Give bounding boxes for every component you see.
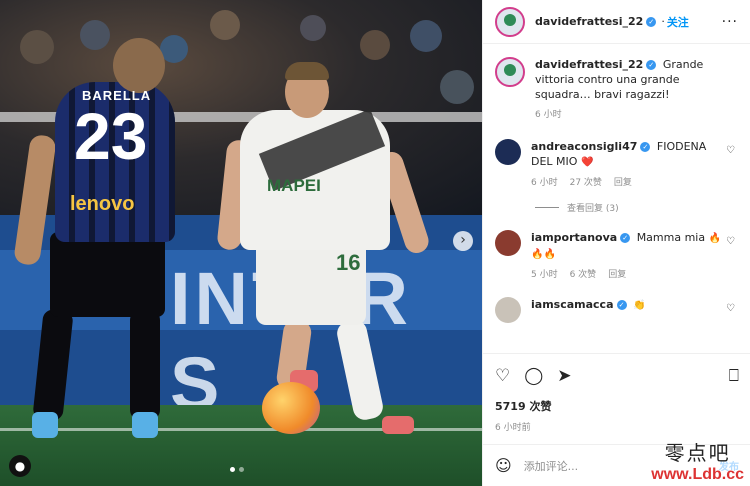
carousel-dot-active <box>230 467 235 472</box>
watermark-url: www.Ldb.cc <box>651 466 744 483</box>
comment-meta: 5 小时 6 次赞 回复 <box>531 268 725 283</box>
comment-username[interactable]: iamportanova <box>531 231 617 244</box>
likes-count[interactable]: 5719 次赞 <box>495 398 739 414</box>
player1-leg <box>130 310 160 420</box>
author-username[interactable]: davidefrattesi_22 <box>535 15 643 28</box>
watermark-chinese: 零点吧 <box>664 441 731 465</box>
action-row: ♡ ◯ ➤ ⎕ <box>495 366 739 386</box>
site-watermark: 零点吧 www.Ldb.cc <box>651 437 744 484</box>
caption-body: davidefrattesi_22 ✓ Grande vittoria contr… <box>535 57 739 123</box>
post-actions: ♡ ◯ ➤ ⎕ 5719 次赞 6 小时前 <box>483 353 750 433</box>
verified-icon: ✓ <box>640 142 651 152</box>
share-send-icon[interactable]: ➤ <box>557 366 571 386</box>
player2-number: 16 <box>336 250 361 275</box>
like-comment-heart-icon[interactable]: ♡ <box>726 303 735 314</box>
verified-icon: ✓ <box>616 300 627 310</box>
carousel-dot <box>239 467 244 472</box>
heart-emoji: ❤️ <box>580 157 594 168</box>
verified-icon: ✓ <box>646 60 657 70</box>
follow-button[interactable]: 关注 <box>667 14 689 30</box>
comments-list: davidefrattesi_22 ✓ Grande vittoria contr… <box>483 45 750 353</box>
like-comment-heart-icon[interactable]: ♡ <box>726 236 735 247</box>
comment-input[interactable]: 添加评论... <box>524 458 579 474</box>
carousel-dots <box>230 467 244 472</box>
player2-hair <box>285 62 329 80</box>
player1-boot <box>132 412 158 438</box>
comment-time: 5 小时 <box>531 270 558 280</box>
player1-head <box>113 38 165 93</box>
comment-body: iamscamacca ✓ 👏 <box>531 297 739 323</box>
comment-row: iamscamacca ✓ 👏 ♡ <box>495 297 739 323</box>
verified-icon: ✓ <box>620 233 631 243</box>
view-replies-button[interactable]: 查看回复 (3) <box>535 201 739 214</box>
tagged-users-button[interactable]: ● <box>9 455 31 477</box>
post-side-panel: davidefrattesi_22 ✓ · 关注 ··· davidefratt… <box>482 0 750 486</box>
comment-text: Mamma mia <box>636 231 706 244</box>
caption-row: davidefrattesi_22 ✓ Grande vittoria contr… <box>495 57 739 123</box>
comment-row: iamportanova ✓ Mamma mia 🔥🔥🔥 5 小时 6 次赞 回复… <box>495 230 739 283</box>
user-icon: ● <box>14 459 26 473</box>
comment-time: 6 小时 <box>531 178 558 188</box>
comment-avatar[interactable] <box>495 139 521 165</box>
replies-line <box>535 207 559 208</box>
comment-avatar[interactable] <box>495 297 521 323</box>
view-replies-label: 查看回复 (3) <box>567 204 619 214</box>
author-line: davidefrattesi_22 ✓ · 关注 <box>535 14 689 30</box>
player1-boot <box>32 412 58 438</box>
caption-time: 6 小时 <box>535 110 562 120</box>
player2-boot <box>382 416 414 434</box>
football <box>262 382 320 434</box>
comment-meta: 6 小时 27 次赞 回复 <box>531 176 725 191</box>
emoji-smile-icon[interactable]: ☺ <box>495 456 512 475</box>
comment-username[interactable]: andreaconsigli47 <box>531 140 637 153</box>
player1-sponsor: lenovo <box>70 193 135 215</box>
instagram-post-modal: INTER S BARELLA 23 lenovo 16 MAPEI › <box>0 0 750 486</box>
post-time: 6 小时前 <box>495 423 531 433</box>
caption-avatar[interactable] <box>495 57 525 87</box>
post-photo[interactable]: INTER S BARELLA 23 lenovo 16 MAPEI › <box>0 0 482 486</box>
player1-number: 23 <box>74 99 148 173</box>
comment-body: iamportanova ✓ Mamma mia 🔥🔥🔥 5 小时 6 次赞 回复 <box>531 230 739 283</box>
comment-bubble-icon[interactable]: ◯ <box>524 366 543 386</box>
like-heart-icon[interactable]: ♡ <box>495 366 510 386</box>
carousel-next-button[interactable]: › <box>453 231 473 251</box>
author-avatar[interactable] <box>495 6 525 37</box>
bookmark-icon[interactable]: ⎕ <box>729 366 739 386</box>
post-header: davidefrattesi_22 ✓ · 关注 ··· <box>483 0 750 44</box>
comment-row: andreaconsigli47 ✓ FIODENA DEL MIO ❤️ 6 小… <box>495 139 739 191</box>
reply-button[interactable]: 回复 <box>614 176 632 191</box>
clap-emoji: 👏 <box>633 300 646 311</box>
comment-likes[interactable]: 6 次赞 <box>570 268 597 283</box>
chevron-right-icon: › <box>460 232 466 248</box>
caption-username[interactable]: davidefrattesi_22 <box>535 58 643 71</box>
comment-avatar[interactable] <box>495 230 521 256</box>
comment-username[interactable]: iamscamacca <box>531 298 614 311</box>
caption-meta: 6 小时 <box>535 108 725 123</box>
like-comment-heart-icon[interactable]: ♡ <box>726 145 735 156</box>
more-icon[interactable]: ··· <box>722 14 738 30</box>
comment-likes[interactable]: 27 次赞 <box>570 176 602 191</box>
reply-button[interactable]: 回复 <box>608 268 626 283</box>
player1-shorts <box>50 232 165 317</box>
player2-sponsor: MAPEI <box>267 176 321 195</box>
separator-dot: · <box>661 15 665 28</box>
verified-icon: ✓ <box>646 16 657 27</box>
comment-body: andreaconsigli47 ✓ FIODENA DEL MIO ❤️ 6 小… <box>531 139 739 191</box>
